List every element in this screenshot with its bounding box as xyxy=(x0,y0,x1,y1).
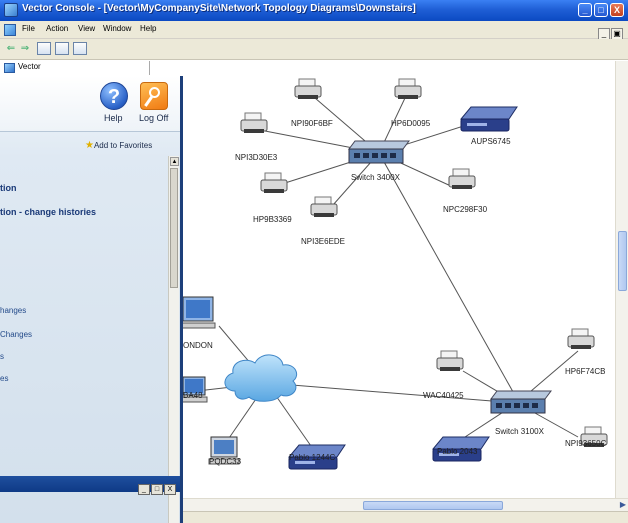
link-line xyxy=(266,382,518,404)
printer-icon[interactable] xyxy=(394,78,422,99)
forward-arrow-icon[interactable]: ⇒ xyxy=(18,42,32,56)
network-switch-icon[interactable] xyxy=(490,390,552,414)
vector-icon xyxy=(4,63,15,73)
printer-icon[interactable] xyxy=(294,78,322,99)
topology-diagram[interactable]: NPI90F6BF HP6D0095 NPI3D30E3 AUPS6745 Sw… xyxy=(183,61,628,523)
taskbar-window-strip: _ □ X xyxy=(0,476,180,495)
node-label: Switch 3100X xyxy=(495,427,544,436)
favorites-label: Add to Favorites xyxy=(93,141,153,150)
ups-device-icon[interactable] xyxy=(459,106,518,132)
node-label: Switch 3400X xyxy=(351,173,400,182)
document-icon xyxy=(4,24,16,36)
help-window: ? Help Log Off ★Add to Favorites tion ti… xyxy=(0,76,183,523)
nav-link[interactable]: tion xyxy=(0,183,17,193)
scroll-thumb[interactable] xyxy=(363,501,503,510)
tree-root-item[interactable]: Vector xyxy=(0,61,150,75)
printer-icon[interactable] xyxy=(240,112,268,133)
screen: Vector Console - [Vector\MyCompanySite\N… xyxy=(0,0,628,523)
nav-link[interactable]: hanges xyxy=(0,306,26,315)
maximize-button[interactable]: □ xyxy=(151,484,163,495)
node-label: ONDON xyxy=(183,341,213,350)
app-icon xyxy=(4,3,18,17)
nav-link[interactable]: s xyxy=(0,352,4,361)
node-label: Pablo 2043 xyxy=(437,447,478,456)
nav-link[interactable]: Changes xyxy=(0,330,32,339)
node-label: NPI93650C xyxy=(565,439,607,448)
node-label: Pablo 1244C xyxy=(289,453,336,462)
node-label: HP6F74CB xyxy=(565,367,606,376)
help-window-header: ? Help Log Off xyxy=(0,76,180,132)
mdi-controls: _ ▣ xyxy=(598,23,628,40)
scroll-up-icon[interactable]: ▲ xyxy=(170,157,179,166)
show-hide-tree-icon[interactable] xyxy=(37,42,51,55)
scroll-thumb[interactable] xyxy=(170,168,178,288)
menu-help[interactable]: Help xyxy=(140,24,156,33)
printer-icon[interactable] xyxy=(310,196,338,217)
menu-view[interactable]: View xyxy=(78,24,95,33)
console-view-icon[interactable] xyxy=(55,42,69,55)
computer-icon[interactable] xyxy=(183,296,216,329)
node-label: NPI90F6BF xyxy=(291,119,333,128)
node-label: NPI3E6EDE xyxy=(301,237,346,246)
title-bar[interactable]: Vector Console - [Vector\MyCompanySite\N… xyxy=(0,0,628,21)
log-off-link[interactable]: Log Off xyxy=(139,113,168,123)
key-stem-shape xyxy=(144,96,153,107)
star-icon: ★ xyxy=(85,140,94,151)
tree-root-label: Vector xyxy=(18,62,41,71)
status-bar xyxy=(183,511,628,523)
menu-action[interactable]: Action xyxy=(46,24,68,33)
node-label: WAC40425 xyxy=(423,391,464,400)
scroll-right-icon[interactable]: ▶ xyxy=(620,500,626,509)
node-label: BA48 xyxy=(183,391,203,400)
add-to-favorites-link[interactable]: ★Add to Favorites xyxy=(85,140,152,151)
minimize-button[interactable]: _ xyxy=(578,3,592,17)
node-label: PQDC33 xyxy=(209,457,242,466)
nav-link[interactable]: es xyxy=(0,374,8,383)
key-icon[interactable] xyxy=(140,82,168,110)
printer-icon[interactable] xyxy=(260,172,288,193)
toolbar: ⇐ ⇒ xyxy=(0,39,628,60)
maximize-button[interactable]: □ xyxy=(594,3,608,17)
node-label: HP9B3369 xyxy=(253,215,292,224)
network-switch-icon[interactable] xyxy=(348,140,410,164)
printer-icon[interactable] xyxy=(436,350,464,371)
menu-file[interactable]: File xyxy=(22,24,35,33)
help-link[interactable]: Help xyxy=(104,113,123,123)
diagram-vertical-scrollbar[interactable] xyxy=(615,61,628,499)
node-label: NPC298F30 xyxy=(443,205,488,214)
menu-window[interactable]: Window xyxy=(103,24,131,33)
node-label: NPI3D30E3 xyxy=(235,153,278,162)
help-icon[interactable]: ? xyxy=(100,82,128,110)
close-button[interactable]: X xyxy=(610,3,624,17)
properties-icon[interactable] xyxy=(73,42,87,55)
network-cloud-icon[interactable] xyxy=(224,354,298,402)
scroll-thumb[interactable] xyxy=(618,231,627,291)
menu-bar: File Action View Window Help _ ▣ xyxy=(0,21,628,40)
window-title: Vector Console - [Vector\MyCompanySite\N… xyxy=(22,3,416,14)
help-window-scrollbar[interactable]: ▲ xyxy=(168,156,179,523)
nav-link[interactable]: tion - change histories xyxy=(0,207,96,217)
minimize-button[interactable]: _ xyxy=(138,484,150,495)
close-button[interactable]: X xyxy=(164,484,176,495)
printer-icon[interactable] xyxy=(448,168,476,189)
printer-icon[interactable] xyxy=(567,328,595,349)
node-label: HP6D0095 xyxy=(391,119,431,128)
node-label: AUPS6745 xyxy=(471,137,511,146)
back-arrow-icon[interactable]: ⇐ xyxy=(4,42,18,56)
diagram-horizontal-scrollbar[interactable]: ▶ xyxy=(183,498,628,511)
